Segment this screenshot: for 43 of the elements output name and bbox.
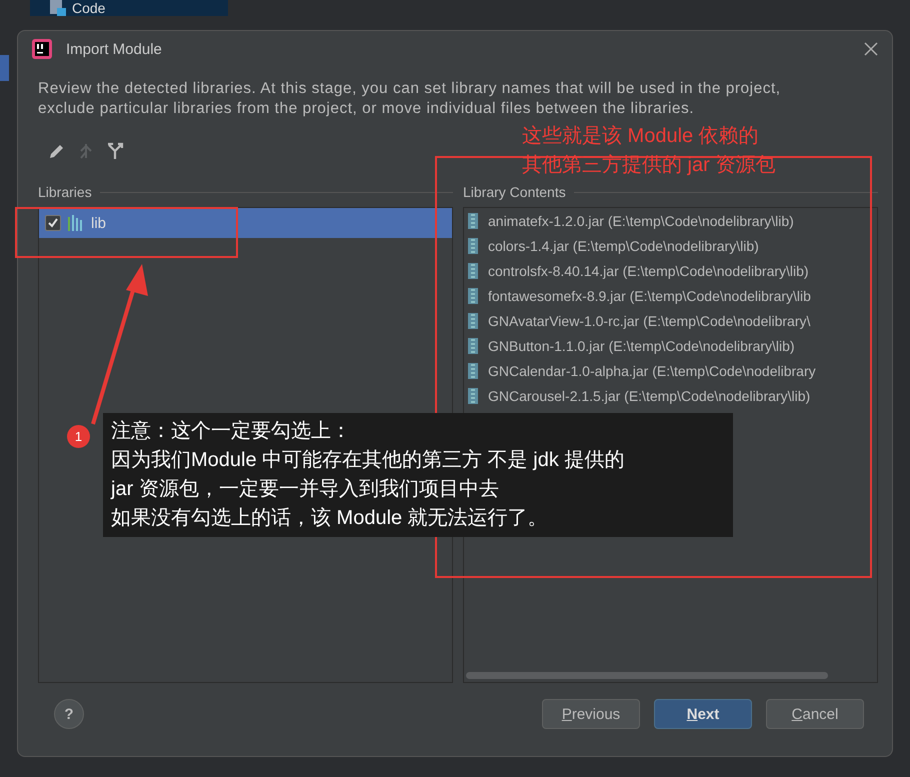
folder-icon — [50, 0, 66, 16]
scrollbar[interactable] — [466, 672, 828, 679]
checkbox[interactable] — [45, 215, 61, 231]
jar-file-item[interactable]: animatefx-1.2.0.jar (E:\temp\Code\nodelibrary\lib) — [488, 212, 794, 228]
split-icon[interactable] — [106, 142, 124, 160]
check-icon — [47, 217, 59, 229]
dialog-button[interactable]: Cancel — [766, 699, 864, 729]
jar-icon — [468, 262, 478, 278]
description-text: Review the detected libraries. At this stage, you can set library names that will be used in the project, — [38, 79, 782, 99]
jar-file-item[interactable]: GNButton-1.1.0.jar (E:\temp\Code\nodelibrary\lib) — [488, 338, 795, 354]
help-button[interactable]: ? — [54, 699, 84, 729]
jar-icon — [468, 312, 478, 328]
close-icon[interactable] — [864, 42, 878, 56]
callout-text: jar 资源包，一定要一并导入到我们项目中去 — [111, 477, 500, 502]
jar-file-item[interactable]: GNCalendar-1.0-alpha.jar (E:\temp\Code\nodelibrary — [488, 362, 816, 378]
annotation-text: 这些就是该 Module 依赖的 — [522, 124, 760, 149]
library-name: lib — [91, 214, 106, 232]
contents-header: Library Contents — [463, 184, 566, 200]
pencil-icon[interactable] — [48, 142, 66, 160]
jar-icon — [468, 388, 478, 404]
jar-icon — [468, 338, 478, 354]
jar-icon — [468, 288, 478, 304]
jar-file-item[interactable]: GNAvatarView-1.0-rc.jar (E:\temp\Code\nodelibrary\ — [488, 312, 810, 328]
dialog-title: Import Module — [66, 40, 163, 58]
jar-icon — [468, 362, 478, 378]
callout-text: 如果没有勾选上的话，该 Module 就无法运行了。 — [111, 506, 549, 531]
annotation-text: 其他第三方提供的 jar 资源包 — [522, 153, 776, 178]
library-item[interactable]: lib — [39, 208, 452, 238]
jar-file-item[interactable]: fontawesomefx-8.9.jar (E:\temp\Code\nodelibrary\lib — [488, 288, 811, 304]
app-logo-icon — [32, 39, 52, 59]
library-icon — [67, 215, 85, 231]
jar-file-item[interactable]: GNCarousel-2.1.5.jar (E:\temp\Code\nodelibrary\lib) — [488, 388, 810, 404]
dialog-button[interactable]: Next — [654, 699, 752, 729]
jar-icon — [468, 238, 478, 254]
libraries-header: Libraries — [38, 184, 92, 200]
callout-text: 因为我们Module 中可能存在其他的第三方 不是 jdk 提供的 — [111, 448, 626, 473]
jar-icon — [468, 212, 478, 228]
dialog-button[interactable]: Previous — [542, 699, 640, 729]
project-item[interactable]: Code — [72, 0, 106, 16]
jar-file-item[interactable]: controlsfx-8.40.14.jar (E:\temp\Code\nodelibrary\lib) — [488, 262, 809, 278]
callout-text: 注意：这个一定要勾选上： — [111, 419, 352, 444]
jar-file-item[interactable]: colors-1.4.jar (E:\temp\Code\nodelibrary\lib) — [488, 238, 759, 254]
description-text: exclude particular libraries from the project, or move individual files between the libraries. — [38, 99, 696, 119]
